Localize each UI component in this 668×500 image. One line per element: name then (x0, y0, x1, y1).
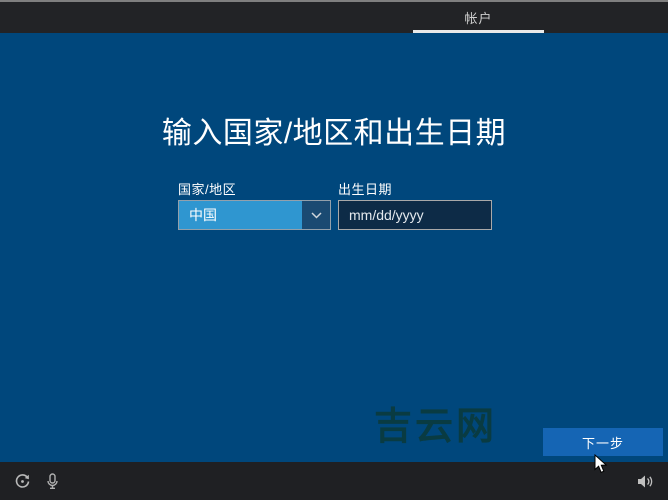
tab-account[interactable]: 帐户 (413, 2, 544, 33)
page-title: 输入国家/地区和出生日期 (161, 117, 507, 150)
birthdate-field-group: 出生日期 (338, 179, 492, 230)
next-button[interactable]: 下一步 (543, 428, 663, 456)
top-bar: 帐户 (0, 0, 668, 33)
country-field-group: 国家/地区 中国 (178, 179, 331, 230)
birthdate-label: 出生日期 (338, 182, 393, 197)
oobe-main-area: 输入国家/地区和出生日期 国家/地区 中国 出生日期 吉云网 下一步 (0, 33, 668, 462)
country-label: 国家/地区 (178, 182, 237, 197)
volume-icon[interactable] (636, 472, 654, 490)
tab-account-label: 帐户 (464, 11, 493, 26)
microphone-icon[interactable] (43, 472, 61, 490)
ease-of-access-icon[interactable] (13, 472, 31, 490)
country-select[interactable]: 中国 (178, 200, 331, 230)
watermark-text: 吉云网 (374, 406, 498, 448)
country-birthdate-form: 国家/地区 中国 出生日期 (178, 179, 492, 230)
chevron-down-icon (302, 201, 330, 229)
birthdate-input[interactable] (338, 200, 492, 230)
country-select-value: 中国 (179, 201, 302, 229)
bottom-bar (0, 462, 668, 500)
